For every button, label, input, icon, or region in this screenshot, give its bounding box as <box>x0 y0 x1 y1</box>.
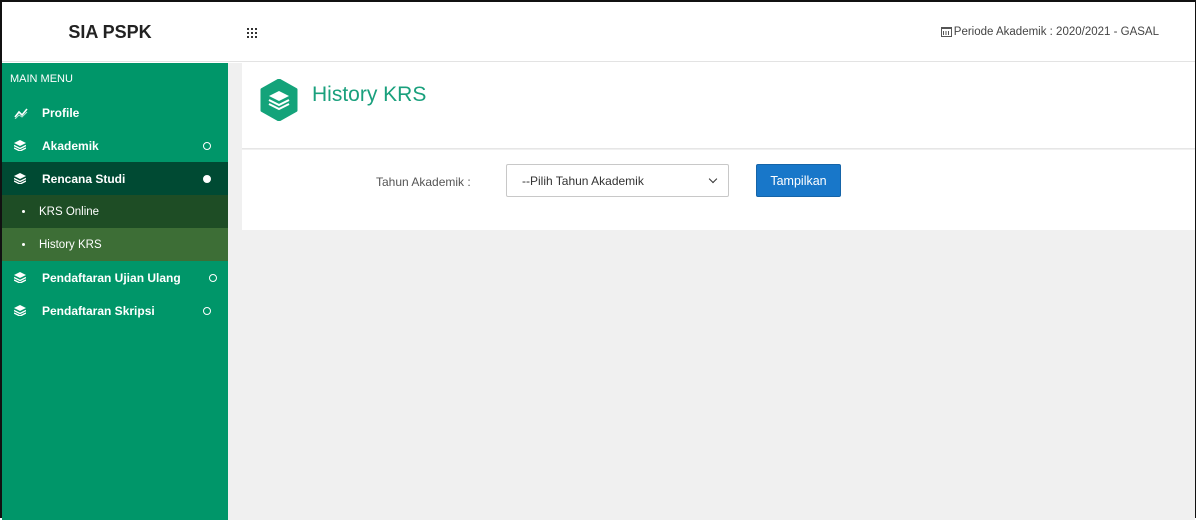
app-window: SIA PSPK Periode Akademik : 2020/2021 - … <box>0 0 1196 520</box>
periode-text: Periode Akademik : 2020/2021 - GASAL <box>953 26 1159 38</box>
main-content: History KRS Tahun Akademik : --Pilih Tah… <box>228 63 1195 520</box>
sidebar-item-label: Pendaftaran Ujian Ulang <box>42 270 181 285</box>
filter-panel: Tahun Akademik : --Pilih Tahun Akademik … <box>242 150 1195 230</box>
sidebar-subitem-krs-online[interactable]: KRS Online <box>2 195 228 228</box>
layers-icon <box>14 173 28 185</box>
periode-info: Periode Akademik : 2020/2021 - GASAL <box>940 26 1159 38</box>
sidebar-item-rencana-studi[interactable]: Rencana Studi <box>2 162 228 195</box>
bullet-icon <box>22 210 25 213</box>
layers-icon <box>14 140 28 152</box>
select-value: --Pilih Tahun Akademik <box>522 174 644 188</box>
tahun-akademik-select[interactable]: --Pilih Tahun Akademik <box>506 164 729 197</box>
page-title-panel: History KRS <box>242 63 1195 149</box>
sidebar-subitem-history-krs[interactable]: History KRS <box>2 228 228 261</box>
expanded-indicator-icon <box>203 175 211 183</box>
page-title: History KRS <box>312 83 427 106</box>
menu-section-title: MAIN MENU <box>10 73 73 85</box>
sidebar-subitem-label: History KRS <box>39 238 102 251</box>
sidebar-item-pendaftaran-ujian-ulang[interactable]: Pendaftaran Ujian Ulang <box>2 261 228 294</box>
sidebar-item-label: Pendaftaran Skripsi <box>42 303 155 318</box>
collapsed-indicator-icon <box>203 307 211 315</box>
sidebar-item-pendaftaran-skripsi[interactable]: Pendaftaran Skripsi <box>2 294 228 327</box>
apps-grid-icon[interactable] <box>247 28 259 38</box>
tampilkan-button[interactable]: Tampilkan <box>756 164 841 197</box>
layers-icon <box>14 305 28 317</box>
layers-icon <box>14 272 28 284</box>
bullet-icon <box>22 243 25 246</box>
sidebar: MAIN MENU Profile Akademik Rencana Studi… <box>2 63 228 520</box>
sidebar-item-profile[interactable]: Profile <box>2 96 228 129</box>
sidebar-item-akademik[interactable]: Akademik <box>2 129 228 162</box>
chevron-down-icon <box>708 174 718 184</box>
sidebar-item-label: Profile <box>42 105 80 120</box>
calendar-icon <box>940 27 952 37</box>
collapsed-indicator-icon <box>209 274 217 282</box>
brand-title[interactable]: SIA PSPK <box>2 2 228 62</box>
chart-line-icon <box>14 107 28 119</box>
sidebar-item-label: Akademik <box>42 138 99 153</box>
layers-icon <box>260 78 298 122</box>
tahun-akademik-label: Tahun Akademik : <box>376 175 471 189</box>
top-header: SIA PSPK Periode Akademik : 2020/2021 - … <box>2 2 1195 62</box>
collapsed-indicator-icon <box>203 142 211 150</box>
sidebar-subitem-label: KRS Online <box>39 205 100 218</box>
sidebar-item-label: Rencana Studi <box>42 171 126 186</box>
